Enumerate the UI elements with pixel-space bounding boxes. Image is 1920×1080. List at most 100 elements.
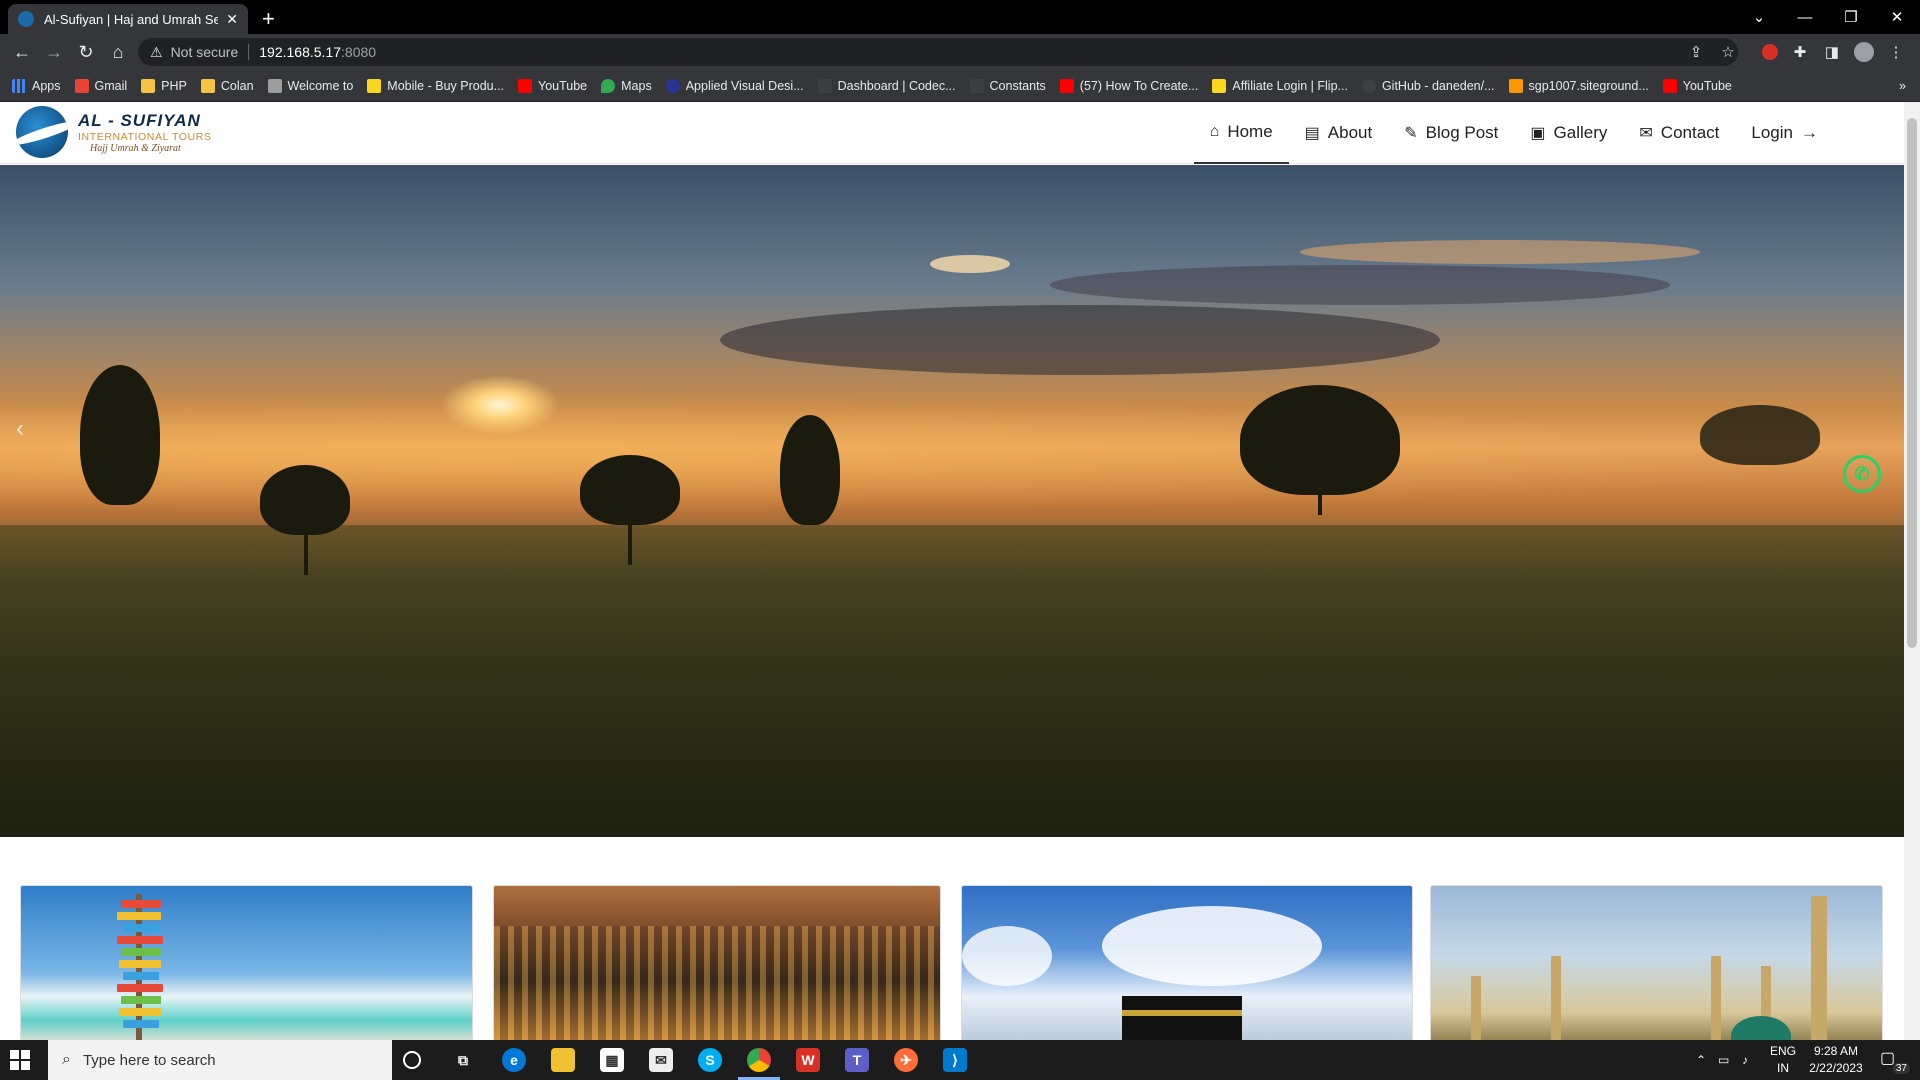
language-indicator[interactable]: ENG IN bbox=[1770, 1043, 1796, 1077]
security-label[interactable]: Not secure bbox=[171, 44, 239, 60]
site-logo[interactable]: AL - SUFIYAN INTERNATIONAL TOURS Hajj Um… bbox=[16, 106, 212, 158]
network-icon[interactable]: ▭ bbox=[1718, 1040, 1729, 1080]
scrollbar-thumb[interactable] bbox=[1907, 118, 1917, 648]
tab-strip: Al-Sufiyan | Haj and Umrah Servi ✕ + ⌄ —… bbox=[0, 0, 1920, 34]
back-icon[interactable]: ← bbox=[10, 40, 34, 64]
more-bookmarks-button[interactable]: » bbox=[1899, 79, 1906, 93]
sign bbox=[123, 924, 159, 932]
skype-icon[interactable]: S bbox=[698, 1048, 722, 1072]
side-panel-icon[interactable]: ◨ bbox=[1822, 42, 1842, 62]
bookmark-item[interactable]: Mobile - Buy Produ... bbox=[367, 78, 504, 93]
clock[interactable]: 9:28 AM 2/22/2023 bbox=[1796, 1043, 1876, 1077]
package-card[interactable] bbox=[493, 885, 941, 1040]
close-window-button[interactable]: ✕ bbox=[1874, 0, 1920, 34]
store-icon[interactable]: ▦ bbox=[600, 1048, 624, 1072]
package-card[interactable] bbox=[1430, 885, 1883, 1040]
maps-icon bbox=[601, 78, 616, 93]
menu-icon[interactable]: ⋮ bbox=[1886, 42, 1906, 62]
carousel-prev-icon[interactable]: ‹ bbox=[16, 415, 24, 443]
nav-gallery[interactable]: ▣ Gallery bbox=[1514, 102, 1623, 164]
cloud bbox=[1300, 240, 1700, 264]
apps-grid-icon bbox=[12, 78, 26, 93]
sign bbox=[121, 948, 161, 956]
bookmark-item[interactable]: Applied Visual Desi... bbox=[665, 78, 804, 93]
nav-about[interactable]: ▤ About bbox=[1289, 102, 1389, 164]
whatsapp-icon[interactable]: ✆ bbox=[1843, 455, 1881, 493]
package-cards bbox=[0, 885, 1904, 1040]
tray-chevron-icon[interactable]: ⌃ bbox=[1696, 1040, 1706, 1080]
bookmark-star-icon[interactable]: ☆ bbox=[1718, 42, 1738, 62]
nav-home[interactable]: ⌂ Home bbox=[1193, 102, 1289, 164]
nav-blog-post[interactable]: ✎ Blog Post bbox=[1388, 102, 1514, 164]
close-tab-icon[interactable]: ✕ bbox=[226, 11, 238, 28]
date: 2/22/2023 bbox=[1809, 1061, 1863, 1075]
site-favicon-icon bbox=[18, 11, 34, 27]
url-port: :8080 bbox=[341, 44, 377, 60]
meadow bbox=[0, 525, 1904, 837]
task-view-icon[interactable]: ⧉ bbox=[451, 1048, 475, 1072]
profile-avatar[interactable] bbox=[1854, 42, 1874, 62]
reload-icon[interactable]: ↻ bbox=[74, 40, 98, 64]
folder-icon bbox=[200, 78, 215, 93]
bookmark-item[interactable]: Constants bbox=[969, 78, 1046, 93]
package-card[interactable] bbox=[961, 885, 1413, 1040]
address-bar[interactable]: ⚠ Not secure 192.168.5.17 :8080 bbox=[138, 38, 1738, 66]
postman-icon[interactable]: ✈ bbox=[894, 1048, 918, 1072]
bookmark-item[interactable]: Welcome to bbox=[267, 78, 353, 93]
taskbar: ⌕ Type here to search ⧉ e ▦ ✉ S W T ✈ ⟩ … bbox=[0, 1040, 1920, 1080]
forward-icon[interactable]: → bbox=[42, 40, 66, 64]
chrome-icon[interactable] bbox=[747, 1048, 771, 1072]
bookmark-item[interactable]: GitHub - daneden/... bbox=[1361, 78, 1495, 93]
mail-icon[interactable]: ✉ bbox=[649, 1048, 673, 1072]
github-icon bbox=[1361, 78, 1376, 93]
home-icon[interactable]: ⌂ bbox=[106, 40, 130, 64]
minaret bbox=[1471, 976, 1481, 1040]
edge-icon[interactable]: e bbox=[502, 1048, 526, 1072]
globe-logo-icon bbox=[16, 106, 68, 158]
restore-button[interactable]: ❐ bbox=[1828, 0, 1874, 34]
share-icon[interactable]: ⇪ bbox=[1686, 42, 1706, 62]
extensions-icon[interactable]: ✚ bbox=[1790, 42, 1810, 62]
bookmark-item[interactable]: (57) How To Create... bbox=[1059, 78, 1198, 93]
trunk bbox=[628, 515, 632, 565]
taskbar-search-input[interactable]: ⌕ Type here to search bbox=[48, 1040, 392, 1080]
tree bbox=[1240, 385, 1400, 495]
tab-search-icon[interactable]: ⌄ bbox=[1736, 0, 1782, 34]
warning-icon[interactable]: ⚠ bbox=[150, 44, 163, 61]
file-explorer-icon[interactable] bbox=[551, 1048, 575, 1072]
vscode-icon[interactable]: ⟩ bbox=[943, 1048, 967, 1072]
bookmark-item[interactable]: Dashboard | Codec... bbox=[817, 78, 956, 93]
new-tab-button[interactable]: + bbox=[262, 6, 275, 32]
arrow-right-icon: → bbox=[1801, 123, 1818, 142]
bookmark-item[interactable]: Maps bbox=[601, 78, 652, 93]
green-dome bbox=[1731, 1016, 1791, 1040]
city-image bbox=[494, 926, 940, 1040]
notifications-icon[interactable]: ▢ 37 bbox=[1880, 1048, 1910, 1074]
bookmark-item[interactable]: sgp1007.siteground... bbox=[1508, 78, 1649, 93]
browser-tab[interactable]: Al-Sufiyan | Haj and Umrah Servi ✕ bbox=[8, 4, 248, 34]
hero-carousel: ‹ ✆ bbox=[0, 165, 1904, 837]
volume-icon[interactable]: ♪ bbox=[1742, 1040, 1748, 1080]
logo-tagline: INTERNATIONAL TOURS bbox=[78, 130, 212, 143]
teams-icon[interactable]: T bbox=[845, 1048, 869, 1072]
bookmark-item[interactable]: YouTube bbox=[1662, 78, 1732, 93]
nav-contact[interactable]: ✉ Contact bbox=[1623, 102, 1735, 164]
cortana-icon[interactable] bbox=[403, 1051, 421, 1069]
gmail-icon bbox=[74, 78, 89, 93]
wps-office-icon[interactable]: W bbox=[796, 1048, 820, 1072]
cloud bbox=[1102, 906, 1322, 986]
bookmark-item[interactable]: Affiliate Login | Flip... bbox=[1212, 78, 1348, 93]
bookmark-item[interactable]: Gmail bbox=[74, 78, 127, 93]
windows-start-icon[interactable] bbox=[10, 1050, 30, 1070]
bookmark-item[interactable]: Apps bbox=[12, 78, 61, 93]
bookmark-item[interactable]: Colan bbox=[200, 78, 254, 93]
cloud bbox=[962, 926, 1052, 986]
nav-login[interactable]: Login → bbox=[1735, 102, 1834, 164]
extension-badge-icon[interactable] bbox=[1760, 42, 1780, 62]
bookmark-item[interactable]: PHP bbox=[141, 78, 187, 93]
search-placeholder: Type here to search bbox=[82, 1051, 216, 1069]
minimize-button[interactable]: — bbox=[1782, 0, 1828, 34]
notification-count: 37 bbox=[1892, 1063, 1910, 1074]
package-card[interactable] bbox=[20, 885, 473, 1040]
bookmark-item[interactable]: YouTube bbox=[518, 78, 587, 93]
